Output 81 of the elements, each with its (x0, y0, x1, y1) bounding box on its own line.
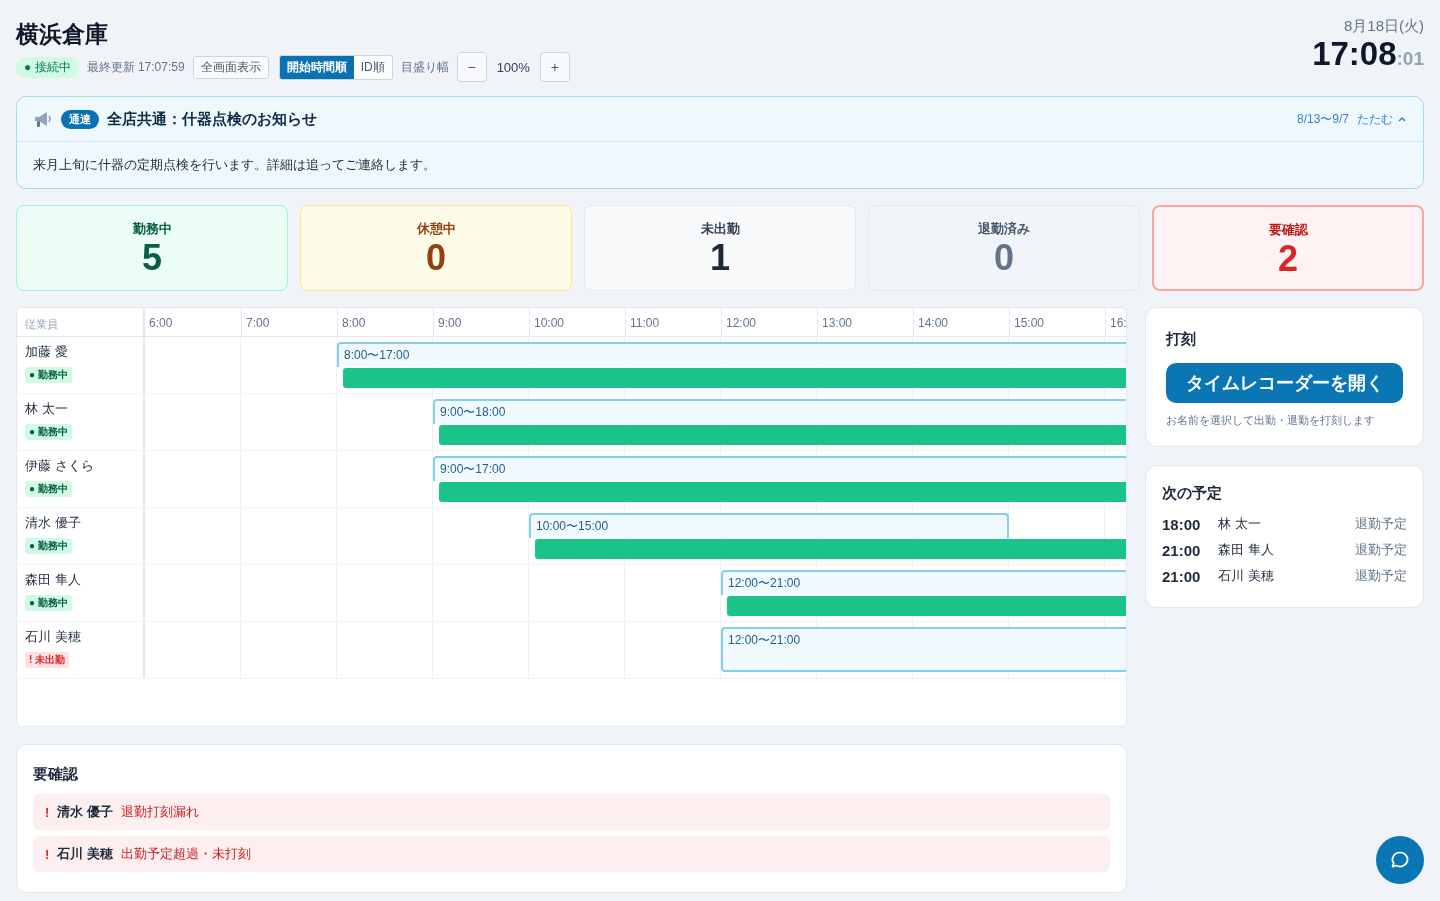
alert-mark: ! (45, 804, 50, 820)
sort-option[interactable]: ID順 (353, 55, 392, 79)
stat-label: 勤務中 (132, 220, 172, 238)
notice-text: 来月上旬に什器の定期点検を行います。詳細は追ってご連絡します。 (32, 156, 437, 174)
schedule-name: 石川 美穂 (1218, 567, 1275, 585)
shift-block[interactable]: 9:00〜17:00 (433, 456, 1126, 481)
notice-badge: 通達 (61, 109, 99, 129)
employee-name: 石川 美穂 (25, 628, 81, 646)
stat-value: 0 (426, 238, 446, 278)
hour-label: 6:00 (148, 315, 174, 332)
schedule-note: 退勤予定 (1355, 515, 1407, 533)
last-updated: 最終更新 17:07:59 (86, 58, 185, 76)
status-badge: ● 勤務中 (25, 481, 72, 497)
status-badge: ● 勤務中 (25, 424, 72, 440)
schedule-name: 森田 隼人 (1218, 541, 1275, 559)
stat-value: 0 (994, 238, 1014, 278)
zoom-in-button[interactable]: + (539, 52, 570, 82)
hour-label: 14:00 (913, 308, 1009, 336)
status-badge: ● 勤務中 (25, 595, 72, 611)
hour-label: 13:00 (817, 308, 913, 336)
stat-value: 2 (1278, 239, 1298, 279)
shift-block[interactable]: 9:00〜18:00 (433, 399, 1126, 424)
schedule-name: 林 太一 (1218, 515, 1262, 533)
employee-name: 加藤 愛 (25, 343, 68, 361)
card-title: 次の予定 (1162, 484, 1223, 503)
clock-seconds: :01 (1396, 48, 1424, 69)
card-title: 要確認 (33, 765, 79, 784)
fullscreen-button[interactable]: 全画面表示 (192, 55, 269, 79)
employee-name: 清水 優子 (25, 514, 81, 532)
status-badge: ● 勤務中 (25, 367, 72, 383)
status-badge: ! 未出勤 (25, 652, 70, 668)
hour-label: 15:00 (1009, 308, 1105, 336)
scale-value: 100% (495, 59, 531, 75)
connection-badge: ● 接続中 (16, 56, 79, 78)
alert-mark: ! (45, 846, 50, 862)
chat-icon (1390, 850, 1410, 870)
schedule-time: 21:00 (1162, 541, 1202, 559)
punch-hint: お名前を選択して出勤・退勤を打刻します (1166, 413, 1376, 428)
hour-label: 12:00 (721, 308, 817, 336)
schedule-note: 退勤予定 (1355, 541, 1407, 559)
caret-icon (1397, 115, 1407, 123)
stat-label: 未出勤 (700, 220, 740, 238)
schedule-time: 21:00 (1162, 567, 1202, 585)
date: 8月18日(火) (1342, 17, 1424, 36)
issue-name: 清水 優子 (57, 803, 113, 821)
stat-value: 5 (142, 238, 162, 278)
open-recorder-button[interactable]: タイムレコーダーを開く (1166, 363, 1403, 403)
hour-label: 10:00 (529, 308, 625, 336)
employee-name: 森田 隼人 (25, 571, 81, 589)
column-header: 従業員 (17, 308, 145, 336)
hour-label: 11:00 (625, 308, 721, 336)
schedule-note: 退勤予定 (1355, 567, 1407, 585)
employee-name: 林 太一 (25, 400, 68, 418)
hour-label: 7:00 (241, 308, 337, 336)
clock-time: 17:08 (1312, 35, 1397, 72)
warehouse-title: 横浜倉庫 (16, 20, 109, 48)
sort-option[interactable]: 開始時間順 (279, 55, 354, 79)
scale-label: 目盛り幅 (400, 58, 449, 76)
stat-label: 退勤済み (978, 220, 1030, 238)
issue-text: 退勤打刻漏れ (120, 803, 199, 821)
schedule-time: 18:00 (1162, 515, 1202, 533)
hour-label: 8:00 (337, 308, 433, 336)
collapse-button[interactable]: たたむ (1357, 110, 1407, 128)
stat-value: 1 (710, 238, 730, 278)
shift-block[interactable]: 10:00〜15:00 (529, 513, 1009, 538)
card-title: 打刻 (1166, 330, 1197, 349)
employee-name: 伊藤 さくら (25, 457, 94, 475)
shift-block[interactable]: 12:00〜21:00 (721, 627, 1126, 672)
status-badge: ● 勤務中 (25, 538, 72, 554)
notice-title: 全店共通：什器点検のお知らせ (107, 109, 318, 129)
issue-text: 出勤予定超過・未打刻 (120, 845, 251, 863)
megaphone-icon (33, 110, 53, 128)
issue-name: 石川 美穂 (57, 845, 113, 863)
notice-period: 8/13〜9/7 (1296, 110, 1349, 128)
stat-label: 要確認 (1268, 221, 1308, 239)
hour-label: 9:00 (433, 308, 529, 336)
chat-button[interactable] (1376, 836, 1424, 884)
zoom-out-button[interactable]: − (456, 52, 487, 82)
shift-block[interactable]: 12:00〜21:00 (721, 570, 1126, 595)
shift-block[interactable]: 8:00〜17:00 (337, 342, 1126, 367)
stat-label: 休憩中 (416, 220, 456, 238)
